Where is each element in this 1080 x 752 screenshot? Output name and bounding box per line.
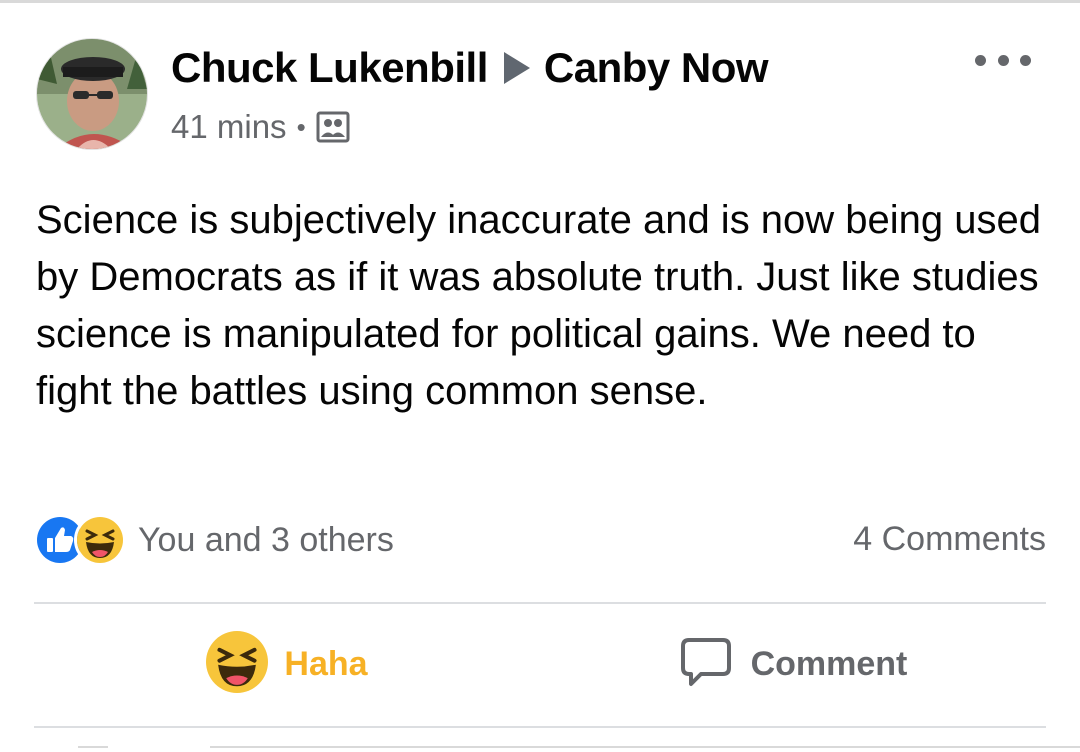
post-meta: 41 mins • <box>171 108 350 146</box>
haha-icon <box>206 630 269 698</box>
haha-label: Haha <box>284 644 368 683</box>
actions-divider <box>34 726 1046 728</box>
meta-separator: • <box>296 111 306 142</box>
play-arrow-icon <box>503 52 530 84</box>
action-bar: Haha Comment <box>34 604 1046 724</box>
more-dot-icon <box>1020 54 1031 66</box>
more-options-button[interactable] <box>975 48 1031 72</box>
post-timestamp[interactable]: 41 mins <box>171 108 287 146</box>
comment-count-link[interactable]: 4 Comments <box>853 520 1046 559</box>
reaction-summary[interactable]: You and 3 others <box>34 514 394 566</box>
more-dot-icon <box>997 54 1009 66</box>
top-divider <box>0 0 1080 3</box>
post-header: Chuck Lukenbill Canby Now <box>171 44 769 92</box>
group-name[interactable]: Canby Now <box>544 44 769 92</box>
next-post-edge <box>210 746 1080 748</box>
haha-reaction-button[interactable]: Haha <box>34 604 540 724</box>
facebook-post: Chuck Lukenbill Canby Now 41 mins • Scie… <box>0 0 1080 752</box>
comment-label: Comment <box>750 644 908 683</box>
comment-button[interactable]: Comment <box>540 604 1046 724</box>
author-name[interactable]: Chuck Lukenbill <box>171 44 488 92</box>
avatar[interactable] <box>36 38 148 150</box>
haha-icon <box>74 514 126 566</box>
comment-bubble-icon <box>679 635 733 694</box>
next-post-edge <box>78 746 108 748</box>
more-dot-icon <box>975 54 986 66</box>
reaction-summary-text: You and 3 others <box>138 520 394 559</box>
post-body: Science is subjectively inaccurate and i… <box>36 198 1042 413</box>
group-audience-icon <box>316 110 350 144</box>
